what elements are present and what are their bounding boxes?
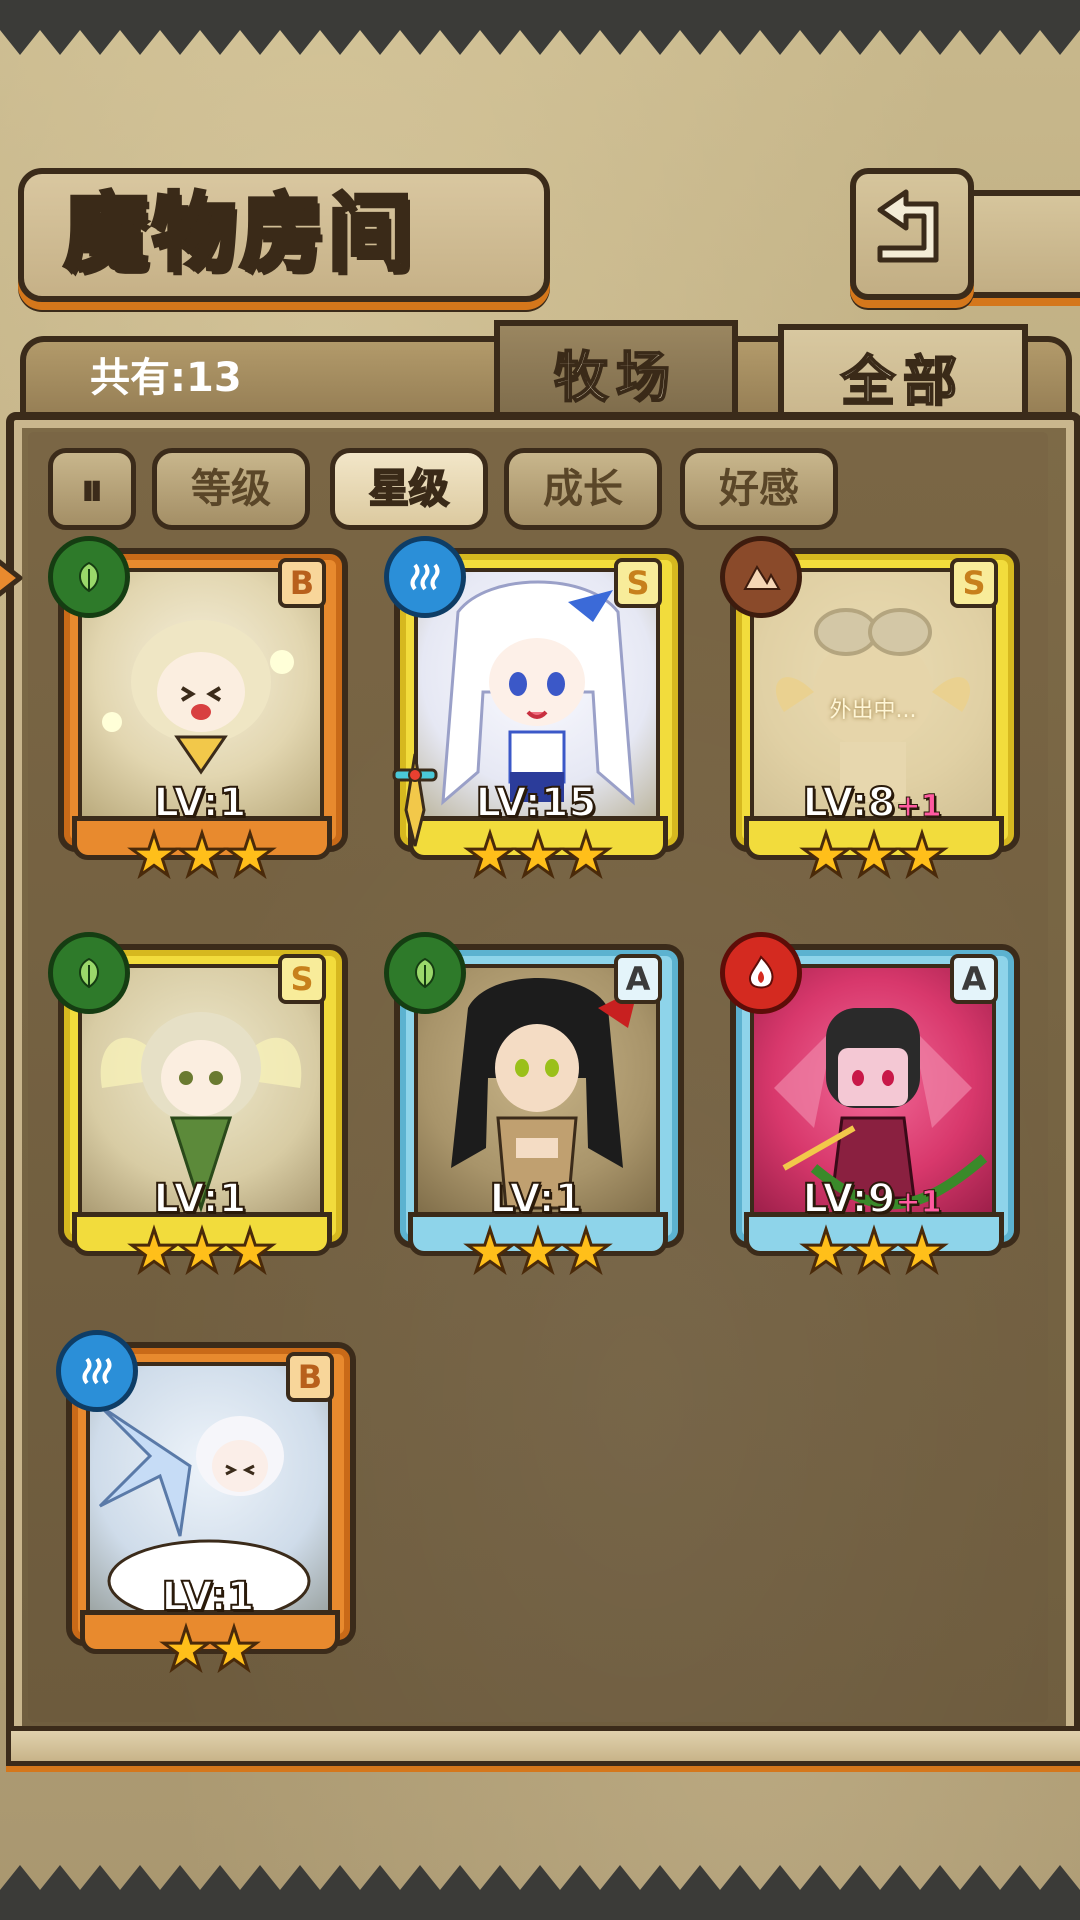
monster-level: LV:1 — [153, 779, 248, 827]
monster-level: LV:9+1 — [802, 1175, 942, 1223]
return-arrow-icon — [877, 189, 939, 263]
monster-count: 共有:13 — [90, 355, 242, 401]
star-rating: ★★ — [159, 1615, 262, 1683]
sort-by-affinity-button[interactable]: 好感 — [680, 448, 838, 530]
rank-badge: S — [278, 954, 326, 1004]
water-element-icon — [384, 536, 466, 618]
title-banner: 魔物房间 — [18, 168, 550, 302]
wood-element-icon — [48, 536, 130, 618]
monster-level: LV:1 — [153, 1175, 248, 1223]
rank-badge: S — [950, 558, 998, 608]
monster-card[interactable]: A LV:9+1 ★★★ — [720, 932, 1020, 1282]
star-rating: ★★★ — [127, 821, 278, 889]
side-expand-arrow-icon[interactable] — [0, 546, 30, 610]
star-rating: ★★★ — [799, 821, 950, 889]
star-rating: ★★★ — [799, 1217, 950, 1285]
wood-element-icon — [384, 932, 466, 1014]
rank-badge: A — [614, 954, 662, 1004]
sort-by-growth-button[interactable]: 成长 — [504, 448, 662, 530]
sort-order-icon: ⏸ — [80, 462, 104, 516]
earth-element-icon — [720, 536, 802, 618]
monster-card[interactable]: 外出中... S LV:8+1 ★★★ — [720, 536, 1020, 886]
monster-card[interactable]: S LV:1 ★★★ — [48, 932, 348, 1282]
panel-bottom-edge — [6, 1726, 1080, 1766]
back-button[interactable] — [850, 168, 974, 300]
star-rating: ★★★ — [463, 1217, 614, 1285]
monster-level: LV:8+1 — [802, 779, 942, 827]
sort-by-stars-button[interactable]: 星级 — [330, 448, 488, 530]
star-rating: ★★★ — [127, 1217, 278, 1285]
rank-badge: B — [278, 558, 326, 608]
water-element-icon — [56, 1330, 138, 1412]
bottom-border-decoration — [0, 1840, 1080, 1920]
monster-card[interactable]: B LV:1 ★★ — [56, 1330, 356, 1680]
equipped-sword-icon — [392, 753, 438, 847]
monster-level: LV:1 — [161, 1573, 256, 1621]
monster-level: LV:1 — [489, 1175, 584, 1223]
wood-element-icon — [48, 932, 130, 1014]
rank-badge: S — [614, 558, 662, 608]
rank-badge: A — [950, 954, 998, 1004]
fire-element-icon — [720, 932, 802, 1014]
monster-card[interactable]: A LV:1 ★★★ — [384, 932, 684, 1282]
top-border-decoration — [0, 0, 1080, 80]
monster-card[interactable]: B LV:1 ★★★ — [48, 536, 348, 886]
back-button-tab — [960, 190, 1080, 298]
page-title: 魔物房间 — [62, 181, 417, 284]
away-status: 外出中... — [829, 698, 917, 723]
rank-badge: B — [286, 1352, 334, 1402]
sort-by-level-button[interactable]: 等级 — [152, 448, 310, 530]
sort-order-toggle[interactable]: ⏸ — [48, 448, 136, 530]
